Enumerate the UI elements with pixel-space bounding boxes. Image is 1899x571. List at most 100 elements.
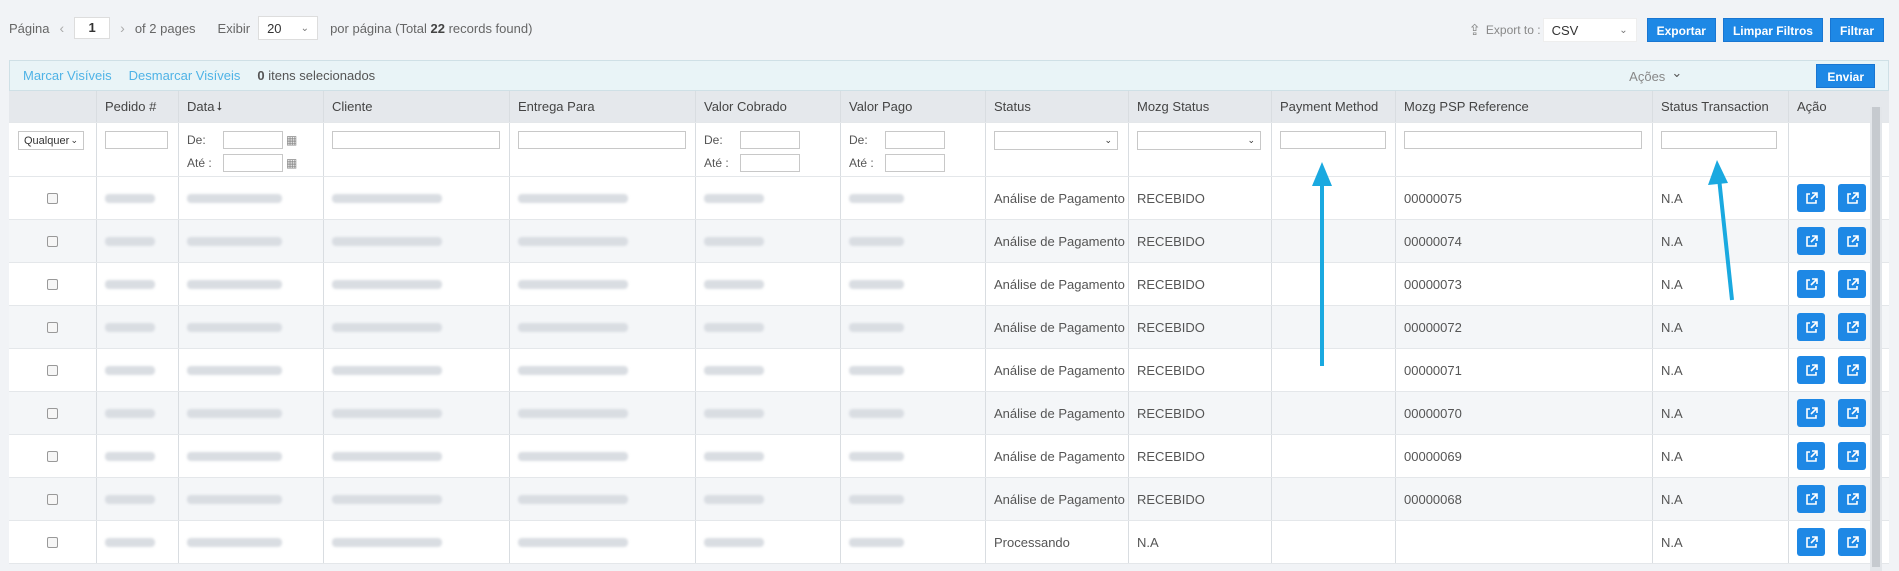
status-filter-select[interactable]: ⌄	[994, 131, 1118, 150]
table-row[interactable]: Análise de Pagamento RECEBIDO 00000073 N.A	[9, 263, 1889, 306]
select-any-filter[interactable]: Qualquer ⌄	[18, 131, 84, 150]
table-row[interactable]: Análise de Pagamento RECEBIDO 00000072 N.A	[9, 306, 1889, 349]
current-page-input[interactable]: 1	[74, 17, 111, 39]
row-checkbox[interactable]	[47, 192, 58, 204]
mozg-status-cell: RECEBIDO	[1129, 478, 1272, 520]
header-order[interactable]: Pedido #	[97, 91, 179, 122]
select-visible-link[interactable]: Marcar Visíveis	[23, 68, 112, 83]
orders-grid: Pedido # Data ⭣ Cliente Entrega Para Valo…	[9, 91, 1889, 564]
row-checkbox[interactable]	[47, 536, 58, 548]
client-cell	[324, 349, 510, 391]
redacted-value	[518, 451, 628, 461]
open-external-icon[interactable]	[1797, 442, 1825, 470]
payment-method-cell	[1272, 220, 1396, 262]
header-charged[interactable]: Valor Cobrado	[696, 91, 841, 122]
header-client[interactable]: Cliente	[324, 91, 510, 122]
charged-from-input[interactable]	[740, 131, 800, 150]
filter-button[interactable]: Filtrar	[1829, 18, 1884, 42]
order-cell	[97, 521, 179, 563]
open-external-icon[interactable]	[1797, 399, 1825, 427]
row-checkbox[interactable]	[47, 493, 58, 505]
header-paid[interactable]: Valor Pago	[841, 91, 986, 122]
table-row[interactable]: Processando N.A N.A	[9, 521, 1889, 564]
client-cell	[324, 263, 510, 305]
row-checkbox[interactable]	[47, 321, 58, 333]
calendar-icon[interactable]: ▦	[286, 133, 297, 147]
export-button[interactable]: Exportar	[1646, 18, 1716, 42]
mozg-status-cell: RECEBIDO	[1129, 349, 1272, 391]
open-external-icon[interactable]	[1797, 528, 1825, 556]
table-row[interactable]: Análise de Pagamento RECEBIDO 00000075 N.A	[9, 177, 1889, 220]
payment-method-cell	[1272, 306, 1396, 348]
psp-reference-filter-input[interactable]	[1404, 131, 1642, 149]
redacted-value	[187, 279, 282, 289]
table-row[interactable]: Análise de Pagamento RECEBIDO 00000074 N.A	[9, 220, 1889, 263]
header-date[interactable]: Data ⭣	[179, 91, 324, 122]
table-row[interactable]: Análise de Pagamento RECEBIDO 00000071 N.A	[9, 349, 1889, 392]
paid-cell	[841, 521, 986, 563]
open-external-icon[interactable]	[1838, 184, 1866, 212]
filter-mozg-status: ⌄	[1129, 123, 1272, 176]
per-page-select[interactable]: 20 ⌄	[258, 16, 319, 40]
prev-page-icon[interactable]: ‹	[59, 20, 64, 36]
header-status-transaction[interactable]: Status Transaction	[1653, 91, 1789, 122]
header-payment-method[interactable]: Payment Method	[1272, 91, 1396, 122]
open-external-icon[interactable]	[1797, 184, 1825, 212]
open-external-icon[interactable]	[1797, 356, 1825, 384]
row-checkbox[interactable]	[47, 407, 58, 419]
open-external-icon[interactable]	[1797, 227, 1825, 255]
clear-filters-button[interactable]: Limpar Filtros	[1722, 18, 1823, 42]
open-external-icon[interactable]	[1838, 485, 1866, 513]
redacted-value	[704, 193, 764, 203]
open-external-icon[interactable]	[1797, 313, 1825, 341]
export-format-select[interactable]: CSV ⌄	[1542, 18, 1637, 42]
redacted-value	[332, 236, 442, 246]
date-to-input[interactable]	[223, 153, 283, 172]
open-external-icon[interactable]	[1838, 270, 1866, 298]
open-external-icon[interactable]	[1838, 399, 1866, 427]
row-checkbox[interactable]	[47, 364, 58, 376]
row-checkbox[interactable]	[47, 278, 58, 290]
mozg-status-cell: RECEBIDO	[1129, 392, 1272, 434]
header-status[interactable]: Status	[986, 91, 1129, 122]
open-external-icon[interactable]	[1838, 356, 1866, 384]
table-row[interactable]: Análise de Pagamento RECEBIDO 00000069 N.A	[9, 435, 1889, 478]
row-checkbox[interactable]	[47, 235, 58, 247]
header-ship-to[interactable]: Entrega Para	[510, 91, 696, 122]
open-external-icon[interactable]	[1838, 528, 1866, 556]
open-external-icon[interactable]	[1838, 227, 1866, 255]
table-row[interactable]: Análise de Pagamento RECEBIDO 00000068 N.A	[9, 478, 1889, 521]
mozg-status-filter-select[interactable]: ⌄	[1137, 131, 1261, 150]
redacted-value	[704, 451, 764, 461]
row-checkbox[interactable]	[47, 450, 58, 462]
order-filter-input[interactable]	[105, 131, 168, 149]
filter-psp-reference	[1396, 123, 1653, 176]
vertical-scrollbar[interactable]	[1870, 107, 1882, 571]
charged-to-input[interactable]	[740, 153, 800, 172]
client-filter-input[interactable]	[332, 131, 500, 149]
redacted-value	[849, 451, 904, 461]
table-row[interactable]: Análise de Pagamento RECEBIDO 00000070 N.A	[9, 392, 1889, 435]
date-cell	[179, 349, 324, 391]
header-psp-reference[interactable]: Mozg PSP Reference	[1396, 91, 1653, 122]
paid-from-input[interactable]	[885, 131, 945, 150]
date-from-input[interactable]	[223, 131, 283, 150]
open-external-icon[interactable]	[1838, 313, 1866, 341]
chevron-down-icon: ⌄	[300, 22, 310, 34]
next-page-icon[interactable]: ›	[120, 20, 125, 36]
calendar-icon[interactable]: ▦	[286, 156, 297, 170]
open-external-icon[interactable]	[1797, 485, 1825, 513]
unselect-visible-link[interactable]: Desmarcar Visíveis	[129, 68, 241, 83]
ship-to-filter-input[interactable]	[518, 131, 686, 149]
paid-to-input[interactable]	[885, 153, 945, 172]
status-cell: Análise de Pagamento	[986, 435, 1129, 477]
open-external-icon[interactable]	[1797, 270, 1825, 298]
mozg-status-cell: RECEBIDO	[1129, 435, 1272, 477]
open-external-icon[interactable]	[1838, 442, 1866, 470]
payment-method-filter-input[interactable]	[1280, 131, 1386, 149]
actions-select[interactable]: ⌄	[1671, 65, 1807, 88]
header-mozg-status[interactable]: Mozg Status	[1129, 91, 1272, 122]
scrollbar-thumb[interactable]	[1872, 107, 1880, 567]
submit-actions-button[interactable]: Enviar	[1816, 64, 1875, 88]
status-transaction-filter-input[interactable]	[1661, 131, 1777, 149]
